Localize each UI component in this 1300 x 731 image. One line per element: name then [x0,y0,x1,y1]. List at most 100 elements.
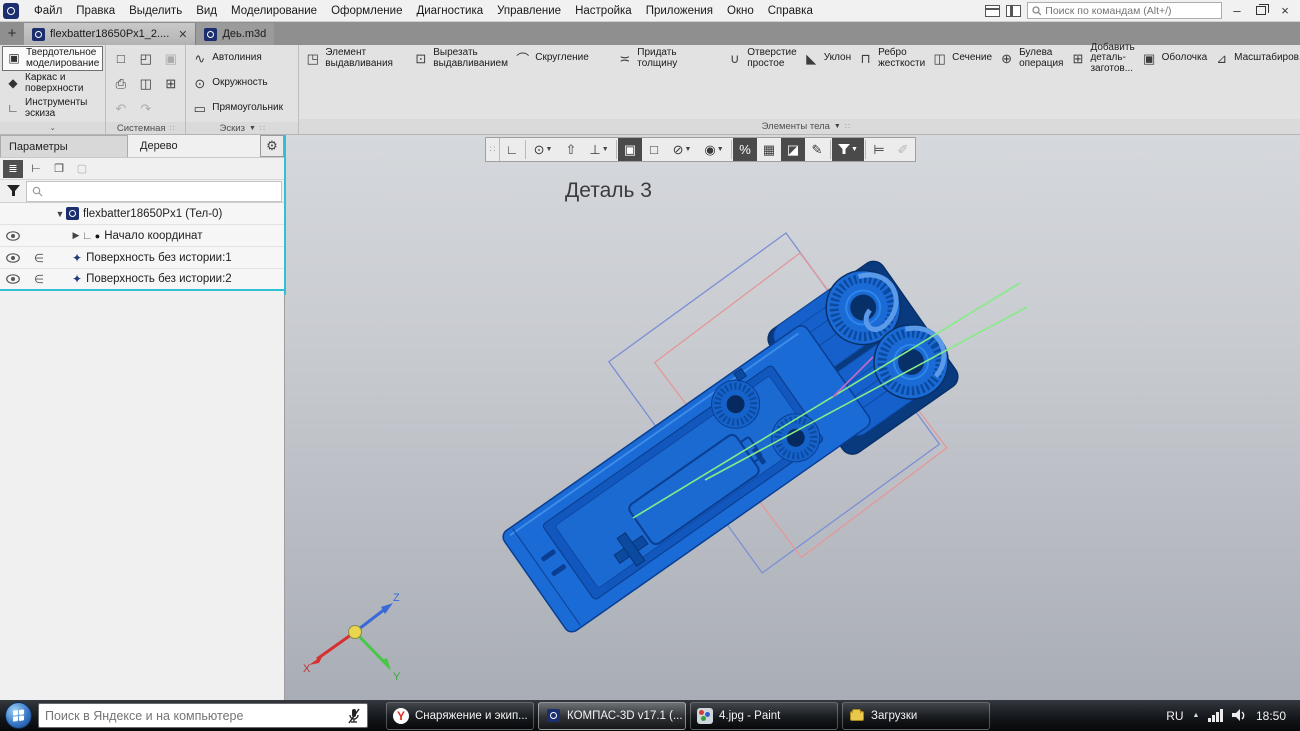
new-tab-button[interactable]: + [0,23,24,45]
scale-button[interactable]: ⊿Масштабиров... [1210,46,1300,71]
menu-file[interactable]: Файл [27,0,69,22]
taskbar-app-paint[interactable]: 4.jpg - Paint [690,702,838,730]
thicken-button[interactable]: ≍Придать толщину [613,46,723,71]
tree-search-input[interactable] [26,181,282,202]
language-indicator[interactable]: RU [1166,709,1183,723]
command-search[interactable] [1027,2,1222,19]
tree-row-origin[interactable]: ▶ ∟ ● Начало координат [0,225,284,247]
taskbar-app-yandex[interactable]: Y Снаряжение и экип... [386,702,534,730]
panel-splitter[interactable] [284,135,286,295]
hidden-lines-icon[interactable]: ⊘▼ [666,138,698,161]
menu-settings[interactable]: Настройка [568,0,639,22]
tab-det-m3d[interactable]: Деь.m3d [195,23,274,45]
redo-icon[interactable]: ↷ [133,96,158,121]
minimize-button[interactable]: – [1228,2,1246,20]
menu-applications[interactable]: Приложения [639,0,720,22]
mode-sketch-tools[interactable]: ∟Инструменты эскиза [2,96,103,121]
clock[interactable]: 18:50 [1256,709,1286,723]
new-document-icon[interactable]: □ [108,46,133,71]
tray-expand-icon[interactable]: ▲ [1193,712,1200,719]
mode-wireframe-surfaces[interactable]: ◆Каркас и поверхности [2,71,103,96]
undo-icon[interactable]: ↶ [108,96,133,121]
visibility-eye-icon[interactable] [0,231,26,241]
tree-structure-icon[interactable]: ≣ [3,160,23,178]
wireframe-view-icon[interactable]: □ [642,138,666,161]
panel-settings-button[interactable]: ⚙ [260,135,284,157]
annotation-sheet-icon[interactable]: ✎ [805,138,829,161]
tab-tree[interactable]: Дерево [128,135,260,157]
menu-layout[interactable]: Оформление [324,0,409,22]
tree-row-root[interactable]: ▼ flexbatter18650Px1 (Тел-0) [0,203,284,225]
expand-arrow-icon[interactable]: ▶ [70,230,82,241]
measure-icon[interactable]: ⊨ [867,138,891,161]
viewport-3d[interactable]: X Z Y Деталь 3 ∷ ∟ ⊙▼ ⇧ ⊥▼ ▣ □ ⊘▼ ◉▼ % ▦… [285,135,1300,700]
boolean-button[interactable]: ⊕Булева операция [995,46,1066,71]
tree-extra-window-icon[interactable]: ❐ [49,160,69,178]
visibility-eye-icon[interactable] [0,274,26,284]
start-button[interactable] [5,702,32,729]
open-document-icon[interactable]: ◰ [133,46,158,71]
taskbar-search-input[interactable] [45,709,341,723]
toolbar-grip-icon[interactable]: ∷ [486,138,500,161]
preview-icon[interactable]: ◫ [133,71,158,96]
display-filter-icon[interactable]: ▼ [832,138,864,161]
array-display-icon[interactable]: ▦ [757,138,781,161]
draft-button[interactable]: ◣Уклон [800,46,854,71]
close-tab-icon[interactable]: ✕ [178,28,187,41]
eyedropper-icon[interactable]: ✐ [891,138,915,161]
visibility-eye-icon[interactable] [0,253,26,263]
tree-row-surface-2[interactable]: ∈ ✦ Поверхность без истории:2 [0,269,284,291]
components-display-icon[interactable]: ◪ [781,138,805,161]
selection-area-icon[interactable]: ▢ [72,160,92,178]
menu-view[interactable]: Вид [189,0,224,22]
model-battery-holder[interactable] [491,251,966,648]
menu-help[interactable]: Справка [761,0,820,22]
menu-select[interactable]: Выделить [122,0,189,22]
fillet-button[interactable]: ⌒Скругление [511,46,613,71]
circle-button[interactable]: ⊙Окружность [188,71,296,96]
layout-horizontal-icon[interactable] [985,5,1000,17]
microphone-muted-icon[interactable] [347,708,361,724]
menu-modeling[interactable]: Моделирование [224,0,324,22]
network-signal-icon[interactable] [1208,709,1223,722]
menu-edit[interactable]: Правка [69,0,122,22]
shaded-view-icon[interactable]: ▣ [618,138,642,161]
mode-solid-modeling[interactable]: ▣Твердотельное моделирование [2,46,103,71]
add-stock-part-button[interactable]: ⊞Добавить деталь-заготов... [1066,46,1137,71]
save-icon[interactable]: ▣ [158,46,183,71]
menu-window[interactable]: Окно [720,0,761,22]
tab-flexbatter[interactable]: flexbatter18650Px1_2.... ✕ [24,23,195,45]
orientation-icon[interactable]: ⇧ [559,138,583,161]
cut-extrude-button[interactable]: ⊡Вырезать выдавливанием [409,46,511,71]
taskbar-app-kompas[interactable]: КОМПАС-3D v17.1 (... [538,702,686,730]
tree-relations-icon[interactable]: ⊢ [26,160,46,178]
autoline-button[interactable]: ∿Автолиния [188,46,296,71]
create-sketch-icon[interactable]: ∟ [500,138,524,161]
tree-filter-button[interactable] [0,185,26,197]
menu-diagnostics[interactable]: Диагностика [409,0,490,22]
clip-planes-icon[interactable]: % [733,138,757,161]
layout-vertical-icon[interactable] [1006,5,1021,17]
view-axes-icon[interactable]: ⊥▼ [583,138,615,161]
render-image-icon[interactable]: ◉▼ [698,138,730,161]
simple-hole-button[interactable]: ∪Отверстие простое [723,46,799,71]
rectangle-button[interactable]: ▭Прямоугольник [188,96,296,121]
collapse-arrow-icon[interactable]: ▼ [54,209,66,219]
close-button[interactable]: × [1276,2,1294,20]
volume-icon[interactable] [1232,709,1247,722]
restore-button[interactable] [1256,6,1266,15]
menu-management[interactable]: Управление [490,0,568,22]
command-search-input[interactable] [1045,5,1217,17]
extrude-button[interactable]: ◳Элемент выдавливания [301,46,409,71]
tab-parameters[interactable]: Параметры [0,135,128,157]
rib-button[interactable]: ⊓Ребро жесткости [854,46,928,71]
shell-button[interactable]: ▣Оболочка [1138,46,1211,71]
tree-row-surface-1[interactable]: ∈ ✦ Поверхность без истории:1 [0,247,284,269]
section-button[interactable]: ◫Сечение [928,46,995,71]
modes-collapse[interactable]: ⌄ [0,122,105,134]
save-as-icon[interactable]: ⊞ [158,71,183,96]
taskbar-search[interactable] [38,703,368,728]
zoom-icon[interactable]: ⊙▼ [527,138,559,161]
print-icon[interactable]: ⎙ [108,71,133,96]
taskbar-app-downloads[interactable]: Загрузки [842,702,990,730]
